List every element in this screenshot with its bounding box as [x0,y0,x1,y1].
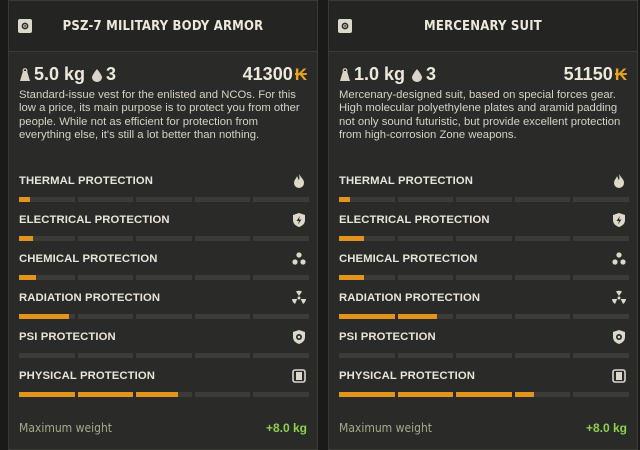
protection-bar [19,275,309,280]
price: 41300 ₭ [243,64,307,85]
price: 51150 ₭ [564,64,627,85]
currency-icon: ₭ [614,65,627,84]
radiation-icon [292,290,306,304]
protection-label: THERMAL PROTECTION [19,175,154,187]
slots-value: 3 [106,64,117,84]
protection-bar [339,197,629,202]
protection-bar [339,275,629,280]
thermal-protection: THERMAL PROTECTION [339,174,629,205]
protection-bar [339,353,629,358]
weight-value: 1.0 kg [354,64,406,84]
item-stats: 1.0 kg 3 51150 ₭ [339,64,627,86]
max-weight-row: Maximum weight +8.0 kg [19,421,307,437]
max-weight-value: +8.0 kg [265,421,307,435]
protection-label: RADIATION PROTECTION [339,292,481,304]
protection-label: ELECTRICAL PROTECTION [19,214,170,226]
radiation-icon [612,290,626,304]
psi-protection: PSI PROTECTION [339,330,629,361]
weight-value: 5.0 kg [34,64,86,84]
item-description: Mercenary-designed suit, based on specia… [339,89,621,142]
card-header: PSZ-7 MILITARY BODY ARMOR [9,1,317,52]
drop-icon [92,68,102,82]
weight-icon [20,67,30,81]
radiation-protection: RADIATION PROTECTION [19,290,309,322]
protection-label: THERMAL PROTECTION [339,175,474,187]
chemical-protection: CHEMICAL PROTECTION [19,252,309,283]
item-title: MERCENARY SUIT [424,19,542,34]
weight-stat: 1.0 kg [339,64,405,85]
price-value: 41300 [242,64,293,84]
shield-bolt-icon [293,213,305,227]
protection-bar [339,392,629,397]
thermal-protection: THERMAL PROTECTION [19,174,309,205]
protection-bar [339,236,629,241]
slots-stat: 3 [411,64,436,85]
item-card-psz7: PSZ-7 MILITARY BODY ARMOR 5.0 kg 3 41300… [8,0,318,450]
protection-bar [19,392,309,397]
protection-bar [19,236,309,241]
protection-label: ELECTRICAL PROTECTION [339,214,490,226]
psi-shield-icon [613,330,625,344]
weight-icon [340,67,350,81]
price-value: 51150 [563,64,613,84]
protection-bar [19,197,309,202]
drop-icon [412,68,422,82]
psi-protection: PSI PROTECTION [19,330,309,361]
biohazard-icon [612,252,626,265]
chemical-protection: CHEMICAL PROTECTION [339,252,629,283]
biohazard-icon [292,252,306,265]
weight-stat: 5.0 kg [19,64,85,85]
physical-protection: PHYSICAL PROTECTION [339,369,629,400]
card-header: MERCENARY SUIT [329,1,637,52]
comparison-view: PSZ-7 MILITARY BODY ARMOR 5.0 kg 3 41300… [0,0,640,450]
protection-label: PHYSICAL PROTECTION [339,370,476,382]
psi-shield-icon [293,330,305,344]
item-title: PSZ-7 MILITARY BODY ARMOR [62,19,264,34]
protection-label: CHEMICAL PROTECTION [19,253,158,265]
item-card-mercenary-suit: MERCENARY SUIT 1.0 kg 3 51150 ₭ Mercenary… [328,0,638,450]
max-weight-label: Maximum weight [339,421,433,435]
max-weight-value: +8.0 kg [585,421,627,435]
item-description: Standard-issue vest for the enlisted and… [19,89,300,142]
protection-label: RADIATION PROTECTION [19,292,161,304]
protection-label: PSI PROTECTION [19,331,116,343]
shield-bolt-icon [613,213,625,227]
flame-icon [294,174,304,188]
currency-icon: ₭ [294,65,307,84]
max-weight-row: Maximum weight +8.0 kg [339,421,627,437]
radiation-protection: RADIATION PROTECTION [339,290,629,322]
protection-label: PSI PROTECTION [339,331,436,343]
slots-stat: 3 [91,64,116,85]
physical-protection: PHYSICAL PROTECTION [19,369,309,400]
electrical-protection: ELECTRICAL PROTECTION [19,213,309,244]
protection-bar [339,314,629,319]
protection-label: CHEMICAL PROTECTION [339,253,478,265]
flame-icon [614,174,624,188]
protection-label: PHYSICAL PROTECTION [19,370,156,382]
item-stats: 5.0 kg 3 41300 ₭ [19,64,307,86]
max-weight-label: Maximum weight [19,421,113,435]
slots-value: 3 [426,64,437,84]
protection-bar [19,353,309,358]
armor-icon [292,369,306,383]
electrical-protection: ELECTRICAL PROTECTION [339,213,629,244]
armor-icon [612,369,626,383]
protection-bar [19,314,309,319]
